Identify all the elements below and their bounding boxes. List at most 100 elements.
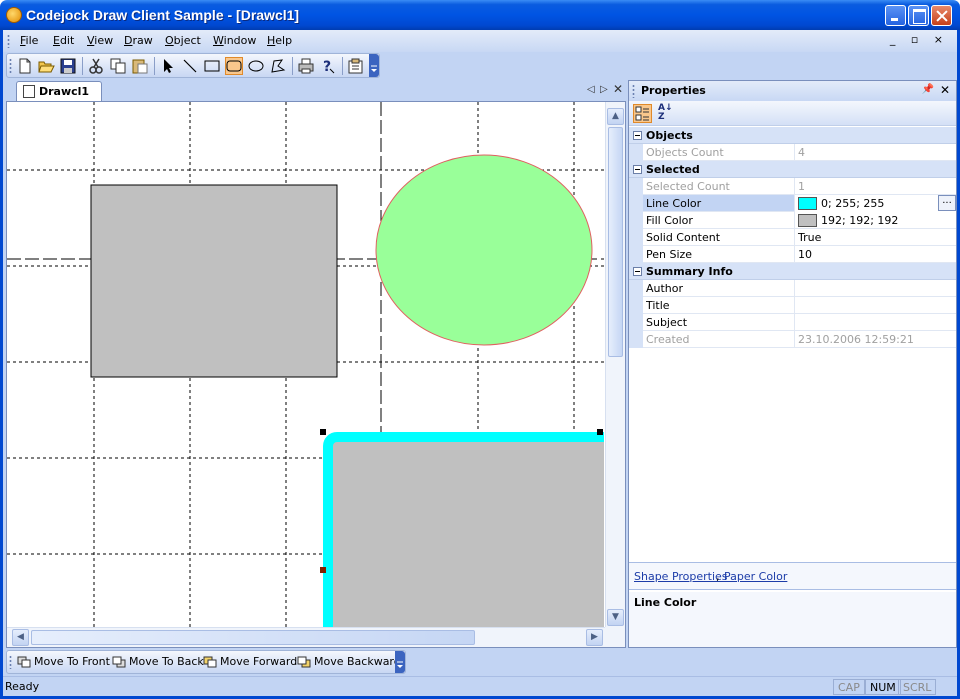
menu-file[interactable]: File (20, 34, 38, 47)
ellipse-tool-icon[interactable] (247, 57, 265, 75)
rectangle-tool-icon[interactable] (203, 57, 221, 75)
document-icon (23, 85, 35, 98)
tab-scroll-left-icon[interactable]: ◁ (587, 84, 595, 95)
rectangle-shape[interactable] (90, 184, 338, 378)
property-row[interactable]: Created 23.10.2006 12:59:21 (629, 331, 956, 348)
drawing-surface[interactable] (7, 102, 604, 627)
property-value[interactable] (794, 280, 956, 297)
line-tool-icon[interactable] (181, 57, 199, 75)
category-objects[interactable]: Objects (629, 127, 956, 144)
close-button[interactable] (931, 5, 952, 26)
toolbar-grip[interactable] (9, 655, 12, 669)
tab-label: Drawcl1 (39, 85, 90, 98)
menu-draw[interactable]: Draw (124, 34, 153, 47)
move-backward-button[interactable]: Move Backward (297, 655, 401, 668)
collapse-icon[interactable] (633, 165, 642, 174)
properties-caption[interactable]: Properties 📌 ✕ (629, 81, 956, 101)
menu-view[interactable]: View (87, 34, 113, 47)
row-gutter (629, 246, 643, 263)
property-row[interactable]: Objects Count 4 (629, 144, 956, 161)
row-gutter (629, 178, 643, 195)
tab-drawcl1[interactable]: Drawcl1 (16, 81, 102, 102)
selection-handle[interactable] (320, 567, 326, 573)
close-icon[interactable]: ✕ (940, 83, 950, 97)
maximize-button[interactable] (908, 5, 929, 26)
property-value[interactable]: True (794, 229, 956, 246)
minimize-button[interactable] (885, 5, 906, 26)
mdi-window-controls[interactable]: _ ▫ × (890, 33, 949, 46)
move-forward-button[interactable]: Move Forward (203, 655, 297, 668)
select-arrow-icon[interactable] (159, 57, 177, 75)
selection-handle[interactable] (597, 429, 603, 435)
toolbar-grip[interactable] (9, 58, 12, 74)
color-picker-button[interactable]: ... (938, 195, 956, 211)
toolbar-separator (154, 57, 155, 75)
property-row[interactable]: Pen Size 10 (629, 246, 956, 263)
property-row[interactable]: Selected Count 1 (629, 178, 956, 195)
toolbar-overflow-button[interactable] (395, 651, 405, 673)
properties-icon[interactable] (347, 57, 365, 75)
property-value[interactable] (794, 314, 956, 331)
paste-icon[interactable] (131, 57, 149, 75)
toolbar-overflow-button[interactable] (369, 54, 379, 77)
ellipse-shape[interactable] (375, 154, 593, 346)
print-icon[interactable] (297, 57, 315, 75)
pin-icon[interactable]: 📌 (922, 84, 934, 95)
alphabetical-icon[interactable]: A↓ Z (656, 104, 675, 123)
color-value: 0; 255; 255 (821, 197, 885, 210)
property-value[interactable]: 192; 192; 192 (794, 212, 956, 229)
move-to-front-button[interactable]: Move To Front (17, 655, 110, 668)
categorized-icon[interactable] (633, 104, 652, 123)
help-icon[interactable]: ? (319, 57, 337, 75)
property-row[interactable]: Author (629, 280, 956, 297)
property-value[interactable]: 10 (794, 246, 956, 263)
drawing-canvas[interactable] (7, 102, 604, 627)
property-row[interactable]: Solid Content True (629, 229, 956, 246)
tab-close-icon[interactable]: ✕ (613, 82, 623, 96)
menubar-grip[interactable] (7, 34, 10, 48)
scroll-up-icon[interactable]: ▲ (607, 108, 624, 125)
property-value: 4 (794, 144, 956, 161)
scroll-left-icon[interactable]: ◀ (12, 629, 29, 646)
new-icon[interactable] (16, 57, 34, 75)
menu-edit[interactable]: Edit (53, 34, 74, 47)
scroll-down-icon[interactable]: ▼ (607, 609, 624, 626)
property-row[interactable]: Subject (629, 314, 956, 331)
pane-grip[interactable] (632, 84, 635, 98)
collapse-icon[interactable] (633, 267, 642, 276)
property-row-line-color[interactable]: Line Color 0; 255; 255... (629, 195, 956, 212)
menu-window[interactable]: Window (213, 34, 256, 47)
category-summary-info[interactable]: Summary Info (629, 263, 956, 280)
pane-title: Properties (641, 84, 706, 97)
shape-properties-link[interactable]: Shape Properties (634, 570, 728, 583)
rounded-rectangle-shape[interactable] (323, 432, 604, 627)
move-to-back-button[interactable]: Move To Back (112, 655, 204, 668)
open-icon[interactable] (37, 57, 55, 75)
polygon-tool-icon[interactable] (269, 57, 287, 75)
vertical-scrollbar[interactable]: ▲ ▼ (605, 102, 625, 627)
copy-icon[interactable] (109, 57, 127, 75)
paper-color-link[interactable]: Paper Color (724, 570, 787, 583)
property-row[interactable]: Title (629, 297, 956, 314)
title-bar[interactable]: Codejock Draw Client Sample - [Drawcl1] (0, 0, 960, 30)
tab-scroll-right-icon[interactable]: ▷ (600, 84, 608, 95)
rounded-rect-tool-icon[interactable] (225, 57, 243, 75)
app-icon[interactable] (6, 7, 22, 23)
scroll-right-icon[interactable]: ▶ (586, 629, 603, 646)
property-value[interactable]: 0; 255; 255... (794, 195, 956, 212)
cap-indicator: CAP (833, 679, 865, 695)
color-swatch (798, 197, 817, 210)
cut-icon[interactable] (87, 57, 105, 75)
menu-object[interactable]: Object (165, 34, 201, 47)
horizontal-scrollbar[interactable]: ◀ ▶ (7, 627, 605, 647)
vertical-scroll-thumb[interactable] (608, 127, 623, 357)
horizontal-scroll-thumb[interactable] (31, 630, 475, 645)
property-value[interactable] (794, 297, 956, 314)
category-label: Objects (646, 129, 693, 142)
menu-help[interactable]: Help (267, 34, 292, 47)
collapse-icon[interactable] (633, 131, 642, 140)
selection-handle[interactable] (320, 429, 326, 435)
property-row[interactable]: Fill Color 192; 192; 192 (629, 212, 956, 229)
category-selected[interactable]: Selected (629, 161, 956, 178)
save-icon[interactable] (59, 57, 77, 75)
